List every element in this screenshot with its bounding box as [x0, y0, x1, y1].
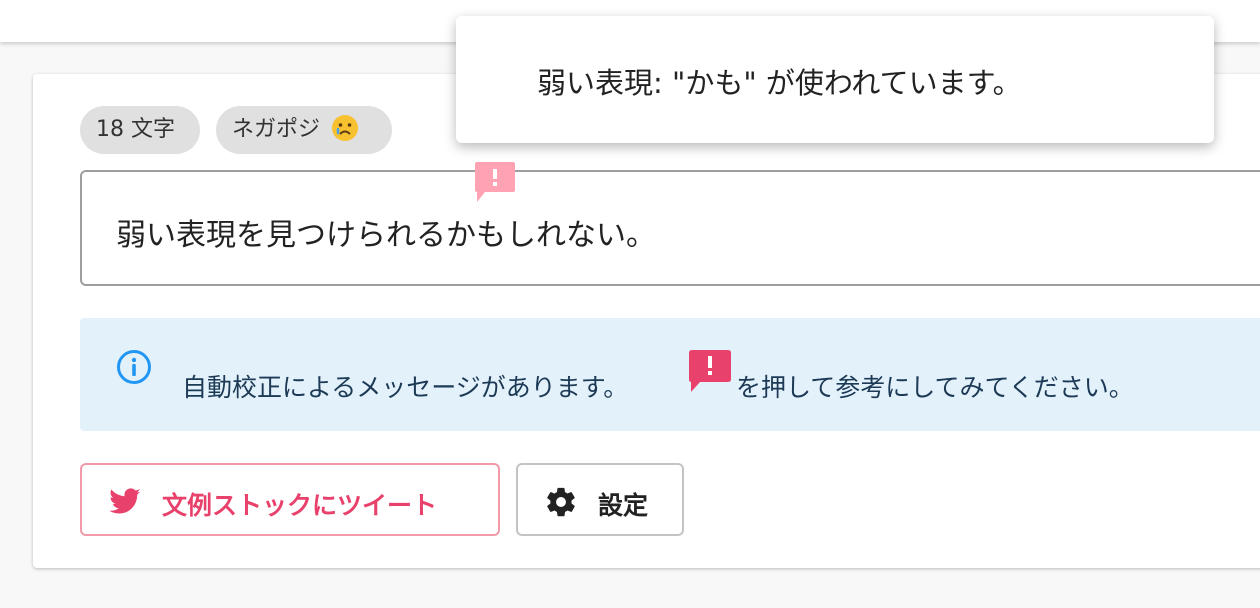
twitter-bird-icon — [109, 488, 141, 514]
warning-marker-icon[interactable] — [475, 162, 515, 204]
sad-face-emoji-icon — [332, 115, 359, 141]
gear-icon — [547, 487, 575, 517]
char-count-label: 18 文字 — [96, 117, 175, 142]
settings-button-label: 設定 — [598, 491, 649, 520]
info-text-before: 自動校正によるメッセージがあります。 — [182, 373, 629, 402]
text-editor[interactable]: 弱い表現を見つけられるかもしれない。 — [80, 170, 1260, 286]
warning-tooltip: 弱い表現: "かも" が使われています。 — [456, 16, 1214, 143]
editor-text[interactable]: 弱い表現を見つけられるかもしれない。 — [116, 210, 656, 254]
char-count-chip: 18 文字 — [80, 106, 200, 154]
settings-button[interactable]: 設定 — [516, 463, 684, 536]
tweet-button-label: 文例ストックにツイート — [162, 491, 438, 520]
sentiment-chip: ネガポジ — [216, 106, 392, 154]
exclamation-bubble-icon — [689, 350, 731, 392]
info-circle-icon — [117, 350, 151, 384]
tooltip-message: 弱い表現: "かも" が使われています。 — [537, 66, 1022, 100]
info-alert: 自動校正によるメッセージがあります。 を押して参考にしてみてください。 — [80, 318, 1260, 431]
tweet-button[interactable]: 文例ストックにツイート — [80, 463, 500, 536]
sentiment-label: ネガポジ — [232, 117, 321, 142]
info-text-after: を押して参考にしてみてください。 — [736, 373, 1134, 402]
